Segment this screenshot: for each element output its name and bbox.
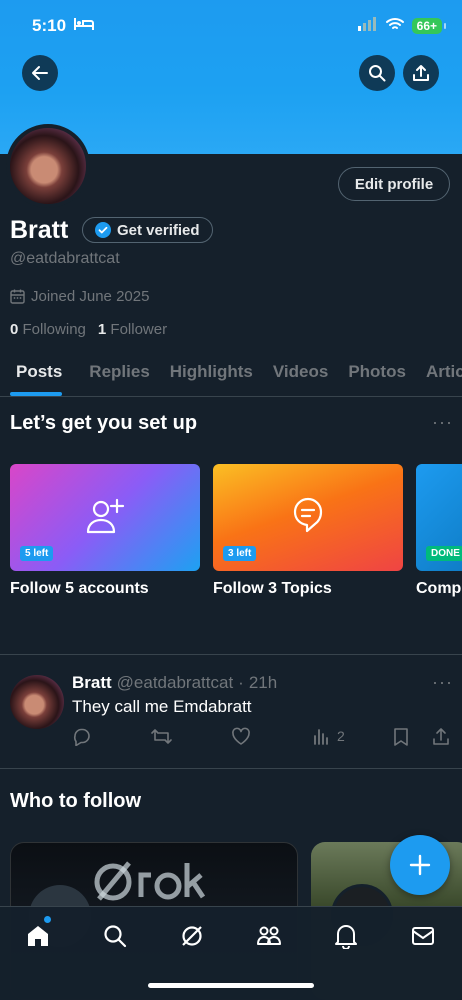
post-author-handle: @eatdabrattcat bbox=[116, 673, 234, 692]
profile-avatar[interactable] bbox=[6, 124, 90, 208]
communities-icon bbox=[257, 926, 281, 945]
like-button[interactable] bbox=[231, 727, 251, 746]
setup-title: Let’s get you set up bbox=[10, 412, 198, 434]
card-badge: DONE bbox=[426, 546, 462, 561]
search-icon bbox=[104, 925, 127, 948]
grok-icon bbox=[182, 926, 202, 946]
profile-name: Bratt bbox=[10, 216, 69, 244]
repost-icon bbox=[151, 729, 172, 744]
follow-accounts-card[interactable]: 5 left bbox=[10, 464, 200, 571]
followers-link[interactable]: 1 Follower bbox=[98, 321, 167, 338]
following-link[interactable]: 0 Following bbox=[10, 321, 86, 338]
share-button[interactable] bbox=[403, 55, 439, 91]
nav-notifications[interactable] bbox=[331, 921, 361, 951]
post-share-button[interactable] bbox=[432, 727, 450, 746]
joined-date: Joined June 2025 bbox=[10, 288, 149, 305]
add-user-icon bbox=[86, 498, 125, 534]
follow-topics-card[interactable]: 3 left bbox=[213, 464, 403, 571]
card-label: Complete your profile bbox=[416, 580, 462, 597]
tab-replies[interactable]: Replies bbox=[72, 352, 159, 396]
topic-icon bbox=[293, 497, 323, 533]
post-header: Bratt @eatdabrattcat · 21h bbox=[72, 673, 277, 693]
get-verified-label: Get verified bbox=[117, 221, 200, 239]
joined-label: Joined June 2025 bbox=[31, 288, 150, 305]
tab-highlights[interactable]: Highlights bbox=[160, 352, 263, 396]
bookmark-button[interactable] bbox=[393, 727, 409, 746]
views-chart-icon bbox=[314, 729, 328, 745]
plus-icon bbox=[409, 854, 431, 876]
nav-search[interactable] bbox=[100, 921, 130, 951]
verified-badge-icon bbox=[95, 222, 111, 238]
reply-button[interactable] bbox=[72, 727, 91, 746]
more-options-icon[interactable]: ··· bbox=[432, 412, 453, 433]
post-avatar[interactable] bbox=[10, 675, 64, 729]
follow-stats: 0 Following 1 Follower bbox=[10, 321, 167, 338]
battery-indicator: 66+ bbox=[411, 18, 447, 34]
back-button[interactable] bbox=[22, 55, 58, 91]
tab-posts[interactable]: Posts bbox=[0, 352, 72, 396]
compose-button[interactable] bbox=[390, 835, 450, 895]
card-badge: 3 left bbox=[223, 546, 257, 561]
nav-messages[interactable] bbox=[408, 921, 438, 951]
search-button[interactable] bbox=[359, 55, 395, 91]
heart-icon bbox=[232, 727, 250, 745]
tab-articles[interactable]: Articles bbox=[416, 352, 462, 396]
repost-button[interactable] bbox=[151, 727, 172, 746]
calendar-icon bbox=[10, 289, 25, 304]
wifi-icon bbox=[385, 17, 404, 36]
edit-profile-button[interactable]: Edit profile bbox=[338, 167, 450, 201]
get-verified-button[interactable]: Get verified bbox=[82, 217, 213, 243]
card-label: Follow 3 Topics bbox=[213, 580, 332, 597]
account-banner-logo bbox=[94, 861, 206, 901]
tab-photos[interactable]: Photos bbox=[338, 352, 416, 396]
post-more-icon[interactable]: ··· bbox=[432, 672, 453, 693]
home-indicator[interactable] bbox=[148, 983, 314, 988]
card-badge: 5 left bbox=[20, 546, 54, 561]
status-bar: 5:10 66+ bbox=[32, 14, 447, 38]
views-button[interactable]: 2 bbox=[313, 727, 345, 745]
arrow-left-icon bbox=[32, 66, 48, 80]
views-count: 2 bbox=[337, 728, 345, 744]
post-author-name[interactable]: Bratt bbox=[72, 673, 112, 693]
bell-icon bbox=[335, 925, 357, 949]
divider bbox=[0, 654, 462, 655]
search-icon bbox=[369, 65, 386, 82]
post-separator: · bbox=[238, 673, 244, 692]
share-icon bbox=[433, 728, 449, 745]
who-to-follow-title: Who to follow bbox=[10, 790, 142, 812]
signal-icon bbox=[357, 16, 378, 36]
card-label: Follow 5 accounts bbox=[10, 580, 149, 597]
tab-videos[interactable]: Videos bbox=[263, 352, 338, 396]
mail-icon bbox=[412, 927, 434, 945]
sleep-focus-icon bbox=[74, 17, 95, 36]
home-icon bbox=[28, 926, 48, 946]
post-time: 21h bbox=[248, 673, 278, 692]
post-text: They call me Emdabratt bbox=[72, 697, 252, 716]
profile-handle: @eatdabrattcat bbox=[10, 250, 120, 267]
reply-icon bbox=[73, 728, 90, 746]
bookmark-icon bbox=[394, 728, 408, 746]
divider bbox=[0, 768, 462, 769]
nav-home[interactable] bbox=[23, 921, 53, 951]
status-time: 5:10 bbox=[32, 16, 67, 35]
profile-tabs: Posts Replies Highlights Videos Photos A… bbox=[0, 352, 462, 397]
nav-grok[interactable] bbox=[177, 921, 207, 951]
home-unread-dot bbox=[44, 916, 51, 923]
share-icon bbox=[413, 65, 429, 81]
nav-communities[interactable] bbox=[254, 921, 284, 951]
complete-profile-card[interactable]: DONE bbox=[416, 464, 462, 571]
